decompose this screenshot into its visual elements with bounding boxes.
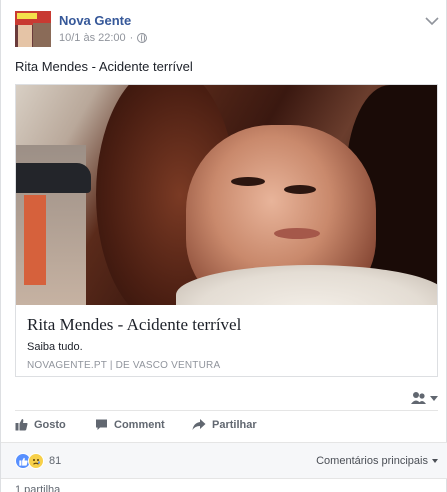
shares-count[interactable]: 1 partilha: [15, 484, 60, 492]
post-actions: Gosto Comment Partilhar: [15, 418, 438, 438]
feed-post: Nova Gente 10/1 às 22:00 · Rita Mendes -…: [0, 0, 447, 492]
page-name-link[interactable]: Nova Gente: [59, 13, 131, 28]
link-description: Saiba tudo.: [27, 341, 83, 353]
audience-selector-icon[interactable]: [410, 390, 440, 406]
sad-reaction-icon: [28, 453, 44, 469]
top-comments-dropdown[interactable]: Comentários principais: [316, 455, 438, 467]
link-title[interactable]: Rita Mendes - Acidente terrível: [27, 315, 241, 335]
link-preview-image[interactable]: [16, 85, 437, 305]
post-timestamp[interactable]: 10/1 às 22:00: [59, 32, 126, 44]
share-button[interactable]: Partilhar: [192, 418, 257, 431]
chevron-down-icon[interactable]: [423, 14, 441, 28]
post-header: Nova Gente 10/1 às 22:00 ·: [15, 11, 439, 51]
divider: [1, 478, 447, 479]
globe-icon: [137, 33, 148, 43]
comment-button[interactable]: Comment: [95, 418, 165, 431]
comment-label: Comment: [114, 418, 165, 431]
link-domain: NOVAGENTE.PT: [27, 360, 107, 371]
link-author: DE VASCO VENTURA: [115, 360, 221, 371]
like-label: Gosto: [34, 418, 66, 431]
post-text: Rita Mendes - Acidente terrível: [15, 59, 193, 74]
like-button[interactable]: Gosto: [15, 418, 66, 431]
link-preview-card[interactable]: Rita Mendes - Acidente terrível Saiba tu…: [15, 84, 438, 377]
divider: [15, 410, 438, 411]
meta-separator: ·: [129, 32, 134, 44]
reaction-count[interactable]: 81: [49, 455, 61, 467]
comment-icon: [96, 419, 107, 430]
caret-down-icon: [432, 459, 438, 463]
top-comments-label: Comentários principais: [316, 455, 428, 467]
thumbs-up-icon: [15, 419, 28, 431]
page-avatar[interactable]: [15, 11, 51, 47]
link-source-separator: |: [109, 360, 113, 371]
share-label: Partilhar: [212, 418, 257, 431]
link-source: NOVAGENTE.PT | DE VASCO VENTURA: [27, 360, 220, 371]
share-arrow-icon: [192, 419, 206, 430]
reactions-bar: 81 Comentários principais: [1, 442, 447, 478]
post-meta: 10/1 às 22:00 ·: [59, 32, 148, 44]
reaction-icons[interactable]: [15, 453, 44, 469]
